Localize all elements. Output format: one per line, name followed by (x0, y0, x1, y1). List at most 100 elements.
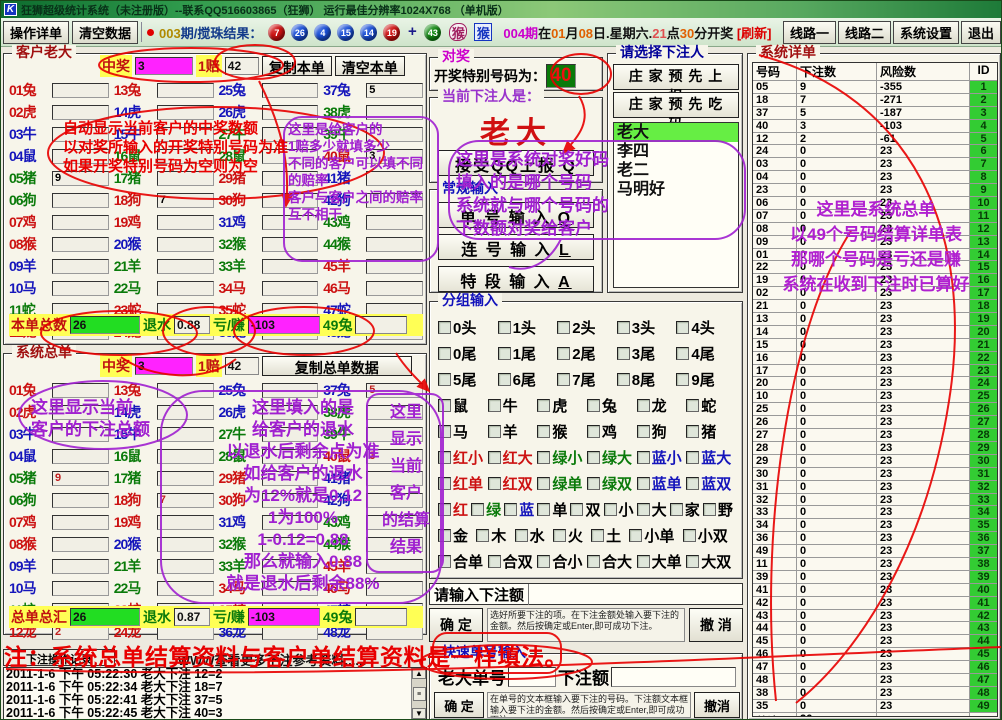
number-bet-input[interactable] (157, 127, 214, 142)
checkbox-icon[interactable] (537, 477, 550, 490)
checkbox-icon[interactable] (498, 373, 511, 386)
number-bet-input[interactable] (52, 281, 109, 296)
detail-row[interactable]: 030237 (753, 158, 997, 171)
checkbox-item[interactable]: 8尾 (617, 369, 655, 390)
checkbox-icon[interactable] (587, 477, 600, 490)
checkbox-icon[interactable] (686, 477, 699, 490)
number-bet-input[interactable] (262, 581, 319, 596)
checkbox-icon[interactable] (488, 399, 501, 412)
number-bet-input[interactable] (366, 405, 423, 420)
checkbox-icon[interactable] (686, 451, 699, 464)
detail-row[interactable]: 1702323 (753, 365, 997, 378)
exit-button[interactable]: 退出 (961, 21, 1001, 44)
detail-row[interactable]: 1402320 (753, 326, 997, 339)
number-bet-input[interactable] (157, 471, 214, 486)
checkbox-icon[interactable] (686, 555, 699, 568)
detail-row[interactable]: 3002331 (753, 468, 997, 481)
special-segment-input-button[interactable]: 特 段 输 入 A (438, 266, 594, 292)
operation-detail-button[interactable]: 操作详单 (3, 21, 69, 44)
quick-confirm-button[interactable]: 确 定 (434, 692, 484, 718)
checkbox-icon[interactable] (537, 425, 550, 438)
number-bet-input[interactable] (262, 127, 319, 142)
system-odds-input[interactable]: 42 (225, 357, 259, 375)
number-bet-input[interactable] (366, 237, 423, 252)
checkbox-item[interactable]: 绿大 (587, 447, 632, 468)
checkbox-icon[interactable] (438, 503, 451, 516)
number-bet-input[interactable]: 7 (157, 193, 214, 208)
number-bet-input[interactable] (52, 581, 109, 596)
number-bet-input[interactable] (366, 559, 423, 574)
detail-row[interactable]: 2002324 (753, 377, 997, 390)
number-bet-input[interactable] (366, 581, 423, 596)
number-bet-input[interactable] (52, 559, 109, 574)
number-bet-input[interactable] (52, 149, 109, 164)
checkbox-item[interactable]: 水 (515, 525, 545, 546)
checkbox-icon[interactable] (537, 451, 550, 464)
checkbox-icon[interactable] (587, 425, 600, 438)
detail-row[interactable]: 2802329 (753, 442, 997, 455)
bettor-list-item[interactable]: 马明好 (614, 180, 738, 199)
checkbox-item[interactable]: 绿单 (537, 473, 582, 494)
number-bet-input[interactable] (157, 405, 214, 420)
banker-pre-eat-button[interactable]: 庄 家 预 先 吃 码 (613, 92, 739, 118)
number-bet-input[interactable] (262, 405, 319, 420)
number-bet-input[interactable] (262, 215, 319, 230)
checkbox-icon[interactable] (637, 503, 650, 516)
number-bet-input[interactable] (52, 405, 109, 420)
number-bet-input[interactable] (157, 149, 214, 164)
bettor-list-item[interactable]: 老二 (614, 161, 738, 180)
bettor-list[interactable]: 老大李四老二马明好 (613, 122, 739, 288)
checkbox-item[interactable]: 野 (703, 499, 733, 520)
number-bet-input[interactable] (262, 493, 319, 508)
number-bet-input[interactable] (366, 215, 423, 230)
detail-row[interactable]: 1302319 (753, 313, 997, 326)
clear-sheet-button[interactable]: 清空本单 (335, 56, 405, 76)
checkbox-item[interactable]: 5尾 (438, 369, 476, 390)
number-bet-input[interactable]: 3 (366, 449, 423, 464)
checkbox-item[interactable]: 2头 (557, 317, 595, 338)
checkbox-item[interactable]: 4头 (676, 317, 714, 338)
client-total-input[interactable]: 26 (70, 316, 140, 334)
number-bet-input[interactable]: 9 (52, 471, 109, 486)
checkbox-icon[interactable] (604, 503, 617, 516)
number-bet-input[interactable] (262, 193, 319, 208)
checkbox-icon[interactable] (703, 503, 716, 516)
number-bet-input[interactable] (262, 83, 319, 98)
number-bet-input[interactable] (157, 427, 214, 442)
checkbox-icon[interactable] (587, 399, 600, 412)
checkbox-item[interactable]: 7尾 (557, 369, 595, 390)
copy-sheet-button[interactable]: 复制本单 (262, 56, 332, 76)
checkbox-icon[interactable] (438, 347, 451, 360)
checkbox-icon[interactable] (683, 529, 696, 542)
number-bet-input[interactable] (52, 105, 109, 120)
detail-row[interactable]: 3202333 (753, 494, 997, 507)
checkbox-item[interactable]: 火 (553, 525, 583, 546)
number-bet-input[interactable] (262, 149, 319, 164)
special-number-input[interactable]: 40 (546, 64, 576, 88)
checkbox-icon[interactable] (438, 555, 451, 568)
number-bet-input[interactable] (262, 383, 319, 398)
bet-amount-input[interactable] (529, 584, 742, 604)
checkbox-icon[interactable] (637, 399, 650, 412)
detail-row[interactable]: 2202315 (753, 261, 997, 274)
system-total-input[interactable]: 26 (70, 608, 140, 626)
checkbox-icon[interactable] (637, 555, 650, 568)
detail-row[interactable]: 040238 (753, 171, 997, 184)
clear-data-button[interactable]: 清空数据 (72, 21, 138, 44)
bettor-list-item[interactable]: 老大 (614, 123, 738, 142)
detail-row[interactable]: 1502321 (753, 339, 997, 352)
checkbox-item[interactable]: 大 (637, 499, 667, 520)
number-bet-input[interactable]: 5 (366, 383, 423, 398)
checkbox-icon[interactable] (476, 529, 489, 542)
client-win-input[interactable]: 3 (135, 57, 193, 75)
checkbox-icon[interactable] (591, 529, 604, 542)
detail-row[interactable]: 3102332 (753, 481, 997, 494)
number-bet-input[interactable] (52, 449, 109, 464)
checkbox-item[interactable]: 蓝 (504, 499, 534, 520)
checkbox-icon[interactable] (537, 503, 550, 516)
detail-row[interactable]: 1902316 (753, 274, 997, 287)
checkbox-icon[interactable] (537, 399, 550, 412)
quick-amount-input[interactable] (611, 667, 736, 687)
checkbox-item[interactable]: 小单 (629, 525, 674, 546)
checkbox-icon[interactable] (488, 425, 501, 438)
